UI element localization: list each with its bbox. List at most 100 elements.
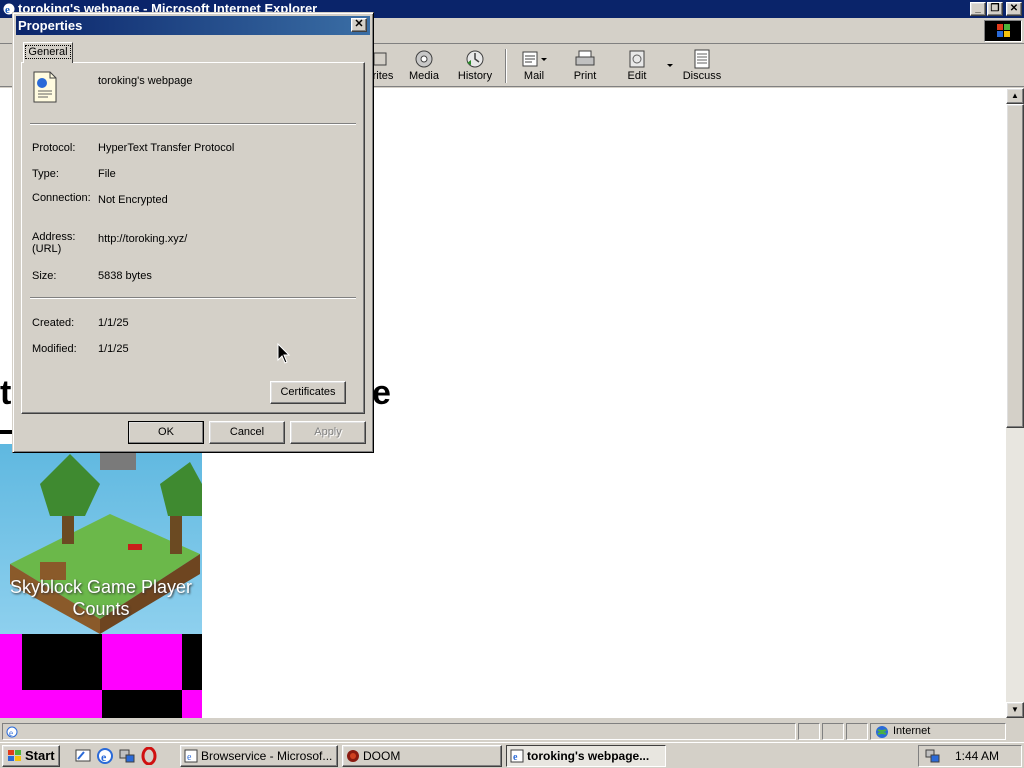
ie-page-icon: e (184, 749, 198, 763)
svg-text:e: e (9, 728, 13, 738)
toolbar-separator (505, 49, 507, 83)
protocol-label: Protocol: (32, 142, 76, 154)
edit-dropdown-arrow[interactable] (664, 45, 676, 87)
page-heading-fragment-right: e (372, 374, 391, 412)
task-label: DOOM (363, 749, 401, 763)
certificates-button[interactable]: Certificates (270, 381, 346, 404)
address-value: http://toroking.xyz/ (98, 233, 188, 245)
discuss-label: Discuss (682, 70, 722, 82)
edit-button[interactable]: Edit (618, 45, 656, 87)
cancel-label: Cancel (229, 426, 265, 438)
modified-label: Modified: (32, 343, 77, 355)
scroll-thumb[interactable] (1006, 104, 1024, 428)
media-label: Media (409, 70, 439, 82)
ie-page-icon: e (510, 749, 524, 763)
minimize-button[interactable]: _ (970, 2, 986, 16)
dialog-close-button[interactable]: ✕ (351, 18, 367, 32)
divider (30, 123, 356, 125)
print-icon (575, 50, 595, 66)
task-toroking-webpage[interactable]: e toroking's webpage... (506, 745, 666, 767)
history-button[interactable]: History (452, 45, 498, 87)
ok-label: OK (158, 426, 174, 438)
modified-value: 1/1/25 (98, 343, 129, 355)
page-icon: e (6, 726, 18, 738)
security-zone-pane: Internet (870, 723, 1006, 740)
history-label: History (457, 70, 493, 82)
dialog-title: Properties (18, 18, 83, 33)
tab-general[interactable]: General (23, 42, 73, 63)
size-label: Size: (32, 270, 57, 282)
discuss-icon (694, 49, 710, 69)
start-label: Start (25, 748, 55, 763)
ok-button[interactable]: OK (128, 421, 204, 444)
dialog-title-bar[interactable]: Properties ✕ (16, 16, 370, 35)
checker-pattern-image (0, 634, 202, 718)
media-button[interactable]: Media (403, 45, 445, 87)
status-pane (822, 723, 844, 740)
mail-icon (522, 51, 547, 67)
opera-icon[interactable] (140, 747, 158, 765)
status-pane (798, 723, 820, 740)
properties-dialog: Properties ✕ General toroking's webpage … (12, 12, 374, 453)
task-label: Browservice - Microsof... (201, 749, 333, 763)
zone-label: Internet (893, 725, 931, 737)
mouse-cursor-icon (277, 343, 291, 364)
apply-button: Apply (290, 421, 366, 444)
status-bar: e Internet (0, 721, 1024, 741)
task-browservice[interactable]: e Browservice - Microsof... (180, 745, 338, 767)
size-value: 5838 bytes (98, 270, 152, 282)
show-desktop-icon[interactable] (74, 747, 92, 765)
media-icon (415, 50, 433, 68)
created-label: Created: (32, 317, 75, 329)
mail-button[interactable]: Mail (512, 45, 556, 87)
task-label: toroking's webpage... (527, 749, 650, 763)
type-label: Type: (32, 168, 59, 180)
windows-flag-icon (984, 20, 1022, 42)
status-text-pane: e (2, 723, 796, 740)
chevron-down-icon (667, 64, 673, 67)
address-label: Address: (URL) (32, 231, 76, 255)
svg-text:e: e (5, 4, 10, 16)
history-icon (466, 50, 484, 68)
restore-button[interactable]: ❐ (987, 2, 1003, 16)
close-window-button[interactable]: ✕ (1006, 2, 1022, 16)
mail-label: Mail (523, 70, 545, 82)
svg-text:e: e (101, 750, 107, 764)
tab-label: General (25, 45, 71, 59)
quick-launch: e (68, 745, 168, 767)
status-pane (846, 723, 868, 740)
general-tab-panel: toroking's webpage Protocol: HyperText T… (21, 62, 365, 414)
favorites-label: rites (372, 70, 394, 82)
windows-logo-icon (8, 750, 21, 761)
start-button[interactable]: Start (2, 745, 60, 767)
globe-icon (876, 726, 888, 738)
type-value: File (98, 168, 116, 180)
print-button[interactable]: Print (566, 45, 604, 87)
svg-text:e: e (513, 752, 518, 763)
connection-label: Connection: (32, 192, 91, 204)
network-status-icon[interactable] (925, 748, 941, 764)
svg-text:e: e (187, 752, 192, 763)
edit-label: Edit (627, 70, 647, 82)
favorites-icon (373, 52, 387, 66)
system-tray: 1:44 AM (918, 745, 1022, 767)
connection-value: Not Encrypted (98, 194, 168, 206)
scroll-down-button[interactable]: ▼ (1006, 702, 1024, 718)
created-value: 1/1/25 (98, 317, 129, 329)
page-heading-fragment-left: t (0, 374, 12, 412)
doom-icon (347, 750, 359, 762)
taskbar: Start e e Browservice - Microsof... DOOM… (0, 742, 1024, 768)
network-icon[interactable] (118, 747, 136, 765)
html-document-icon (33, 71, 57, 103)
scroll-up-button[interactable]: ▲ (1006, 88, 1024, 104)
print-label: Print (573, 70, 597, 82)
vertical-scrollbar[interactable]: ▲ ▼ (1006, 88, 1024, 718)
discuss-button[interactable]: Discuss (680, 45, 724, 87)
task-doom[interactable]: DOOM (342, 745, 502, 767)
page-name: toroking's webpage (98, 75, 193, 87)
edit-icon (629, 50, 645, 68)
clock[interactable]: 1:44 AM (955, 746, 999, 766)
skyblock-card[interactable]: Skyblock Game Player Counts (0, 444, 202, 634)
cancel-button[interactable]: Cancel (209, 421, 285, 444)
internet-explorer-icon[interactable]: e (96, 747, 114, 765)
